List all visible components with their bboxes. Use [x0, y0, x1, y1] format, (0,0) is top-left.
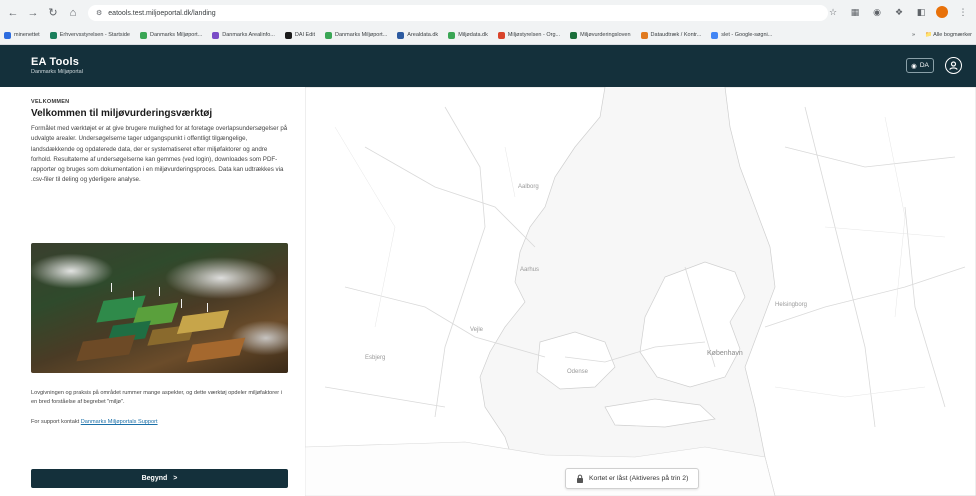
- bookmark-item[interactable]: Miljødata.dk: [448, 31, 488, 39]
- app-subtitle: Danmarks Miljøportal: [31, 69, 83, 75]
- bookmark-item[interactable]: Erhvervsstyrelsen - Startside: [49, 31, 130, 39]
- bookmark-label: minenettet: [14, 32, 40, 38]
- map-label: Aalborg: [518, 184, 539, 190]
- support-prefix: For support kontakt: [31, 419, 80, 425]
- bookmark-item[interactable]: Arealdata.dk: [397, 31, 439, 39]
- browser-actions: ☆ ▦ ◉ ❖ ◧ ⋮: [826, 5, 970, 19]
- site-info-icon[interactable]: ⚙: [96, 9, 102, 17]
- address-bar[interactable]: ⚙ eatools.test.miljoeportal.dk/landing: [88, 5, 828, 21]
- map-label: Aarhus: [520, 267, 540, 273]
- globe-icon: ◉: [911, 62, 917, 70]
- profile-avatar[interactable]: [936, 6, 948, 18]
- bookmarks-overflow[interactable]: »: [912, 32, 915, 38]
- bookmark-favicon-icon: [397, 31, 405, 39]
- app-title: EA Tools: [31, 56, 80, 68]
- bookmark-item[interactable]: DAI Edit: [284, 31, 316, 39]
- app-header: EA Tools Danmarks Miljøportal ◉ DA: [0, 45, 976, 87]
- all-bookmarks-label: Alle bogmærker: [933, 32, 972, 38]
- map-label: Vejle: [470, 327, 484, 333]
- bookmark-label: Danmarks Arealinfo...: [222, 32, 275, 38]
- bookmarks-right: » 📁 Alle bogmærker: [906, 26, 972, 44]
- bookmark-label: Miljøvurderingsloven: [580, 32, 631, 38]
- map-label: København: [707, 350, 743, 357]
- extension-icon[interactable]: ◉: [870, 5, 884, 19]
- bookmark-item[interactable]: Miljøvurderingsloven: [570, 31, 631, 39]
- support-link[interactable]: Danmarks Miljøportals Support: [81, 419, 158, 425]
- map-label: Esbjerg: [365, 355, 386, 361]
- bookmark-favicon-icon: [497, 31, 505, 39]
- bookmark-label: Dataudtræk / Kontr...: [650, 32, 702, 38]
- lock-text: Kortet er låst (Aktiveres på trin 2): [589, 475, 689, 482]
- begin-button[interactable]: Begynd >: [31, 469, 288, 488]
- welcome-kicker: VELKOMMEN: [31, 99, 70, 105]
- reload-icon[interactable]: ↻: [46, 6, 60, 20]
- intro-text: Formålet med værktøjet er at give bruger…: [31, 125, 288, 184]
- welcome-panel: VELKOMMEN Velkommen til miljøvurderingsv…: [0, 87, 305, 496]
- lock-icon: [577, 474, 583, 483]
- bookmark-label: DAI Edit: [294, 32, 316, 38]
- bookmark-item[interactable]: slet - Google-søgni...: [711, 31, 773, 39]
- browser-toolbar: ← → ↻ ⌂ ⚙ eatools.test.miljoeportal.dk/l…: [0, 0, 976, 25]
- bookmark-favicon-icon: [640, 31, 648, 39]
- page-title: Velkommen til miljøvurderingsværktøj: [31, 108, 213, 119]
- brand[interactable]: EA Tools Danmarks Miljøportal: [31, 56, 83, 75]
- map-label: Odense: [567, 369, 589, 375]
- bookmark-item[interactable]: Danmarks Miljøport...: [140, 31, 203, 39]
- star-icon[interactable]: ☆: [826, 5, 840, 19]
- bookmark-label: Danmarks Miljøport...: [335, 32, 388, 38]
- bookmark-label: Erhvervsstyrelsen - Startside: [59, 32, 130, 38]
- bookmark-favicon-icon: [49, 31, 57, 39]
- language-button[interactable]: ◉ DA: [906, 58, 934, 73]
- all-bookmarks-folder[interactable]: 📁 Alle bogmærker: [925, 32, 972, 38]
- menu-icon[interactable]: ⋮: [956, 5, 970, 19]
- bookmark-favicon-icon: [570, 31, 578, 39]
- bookmark-favicon-icon: [448, 31, 456, 39]
- url-text: eatools.test.miljoeportal.dk/landing: [108, 9, 216, 17]
- back-icon[interactable]: ←: [6, 6, 20, 20]
- bookmark-item[interactable]: Danmarks Miljøport...: [325, 31, 388, 39]
- bookmark-label: Miljødata.dk: [458, 32, 488, 38]
- map-lock-notice: Kortet er låst (Aktiveres på trin 2): [565, 468, 700, 489]
- bookmarks-bar: minenettet Erhvervsstyrelsen - Startside D…: [0, 26, 976, 44]
- legal-text: Lovgivningen og praksis på området rumme…: [31, 390, 282, 405]
- user-icon: [949, 61, 958, 70]
- bookmark-item[interactable]: minenettet: [4, 31, 40, 39]
- chevron-right-icon: >: [173, 475, 178, 482]
- puzzle-icon[interactable]: ❖: [892, 5, 906, 19]
- map-canvas: [305, 87, 976, 496]
- bookmark-item[interactable]: Dataudtræk / Kontr...: [640, 31, 702, 39]
- user-account-button[interactable]: [945, 57, 962, 74]
- map-view[interactable]: Aalborg Aarhus Vejle Odense København Es…: [305, 87, 976, 496]
- bookmark-favicon-icon: [711, 31, 719, 39]
- bookmark-favicon-icon: [325, 31, 333, 39]
- forward-icon[interactable]: →: [26, 6, 40, 20]
- browser-chrome: ← → ↻ ⌂ ⚙ eatools.test.miljoeportal.dk/l…: [0, 0, 976, 45]
- sidepanel-icon[interactable]: ◧: [914, 5, 928, 19]
- bookmark-favicon-icon: [212, 31, 220, 39]
- bookmark-favicon-icon: [140, 31, 147, 39]
- bookmark-favicon-icon: [4, 31, 11, 39]
- support-text: For support kontakt Danmarks Miljøportal…: [31, 419, 158, 425]
- bookmark-label: slet - Google-søgni...: [721, 32, 773, 38]
- hero-image: [31, 243, 288, 373]
- bookmark-label: Arealdata.dk: [407, 32, 439, 38]
- extension-icon[interactable]: ▦: [848, 5, 862, 19]
- bookmark-item[interactable]: Miljøstyrelsen - Org...: [497, 31, 561, 39]
- language-label: DA: [919, 62, 929, 69]
- bookmark-favicon-icon: [284, 31, 292, 39]
- begin-label: Begynd: [141, 475, 168, 482]
- map-label: Helsingborg: [775, 302, 808, 308]
- bookmark-label: Danmarks Miljøport...: [150, 32, 203, 38]
- bookmark-item[interactable]: Danmarks Arealinfo...: [212, 31, 275, 39]
- bookmark-label: Miljøstyrelsen - Org...: [507, 32, 561, 38]
- home-icon[interactable]: ⌂: [66, 6, 80, 20]
